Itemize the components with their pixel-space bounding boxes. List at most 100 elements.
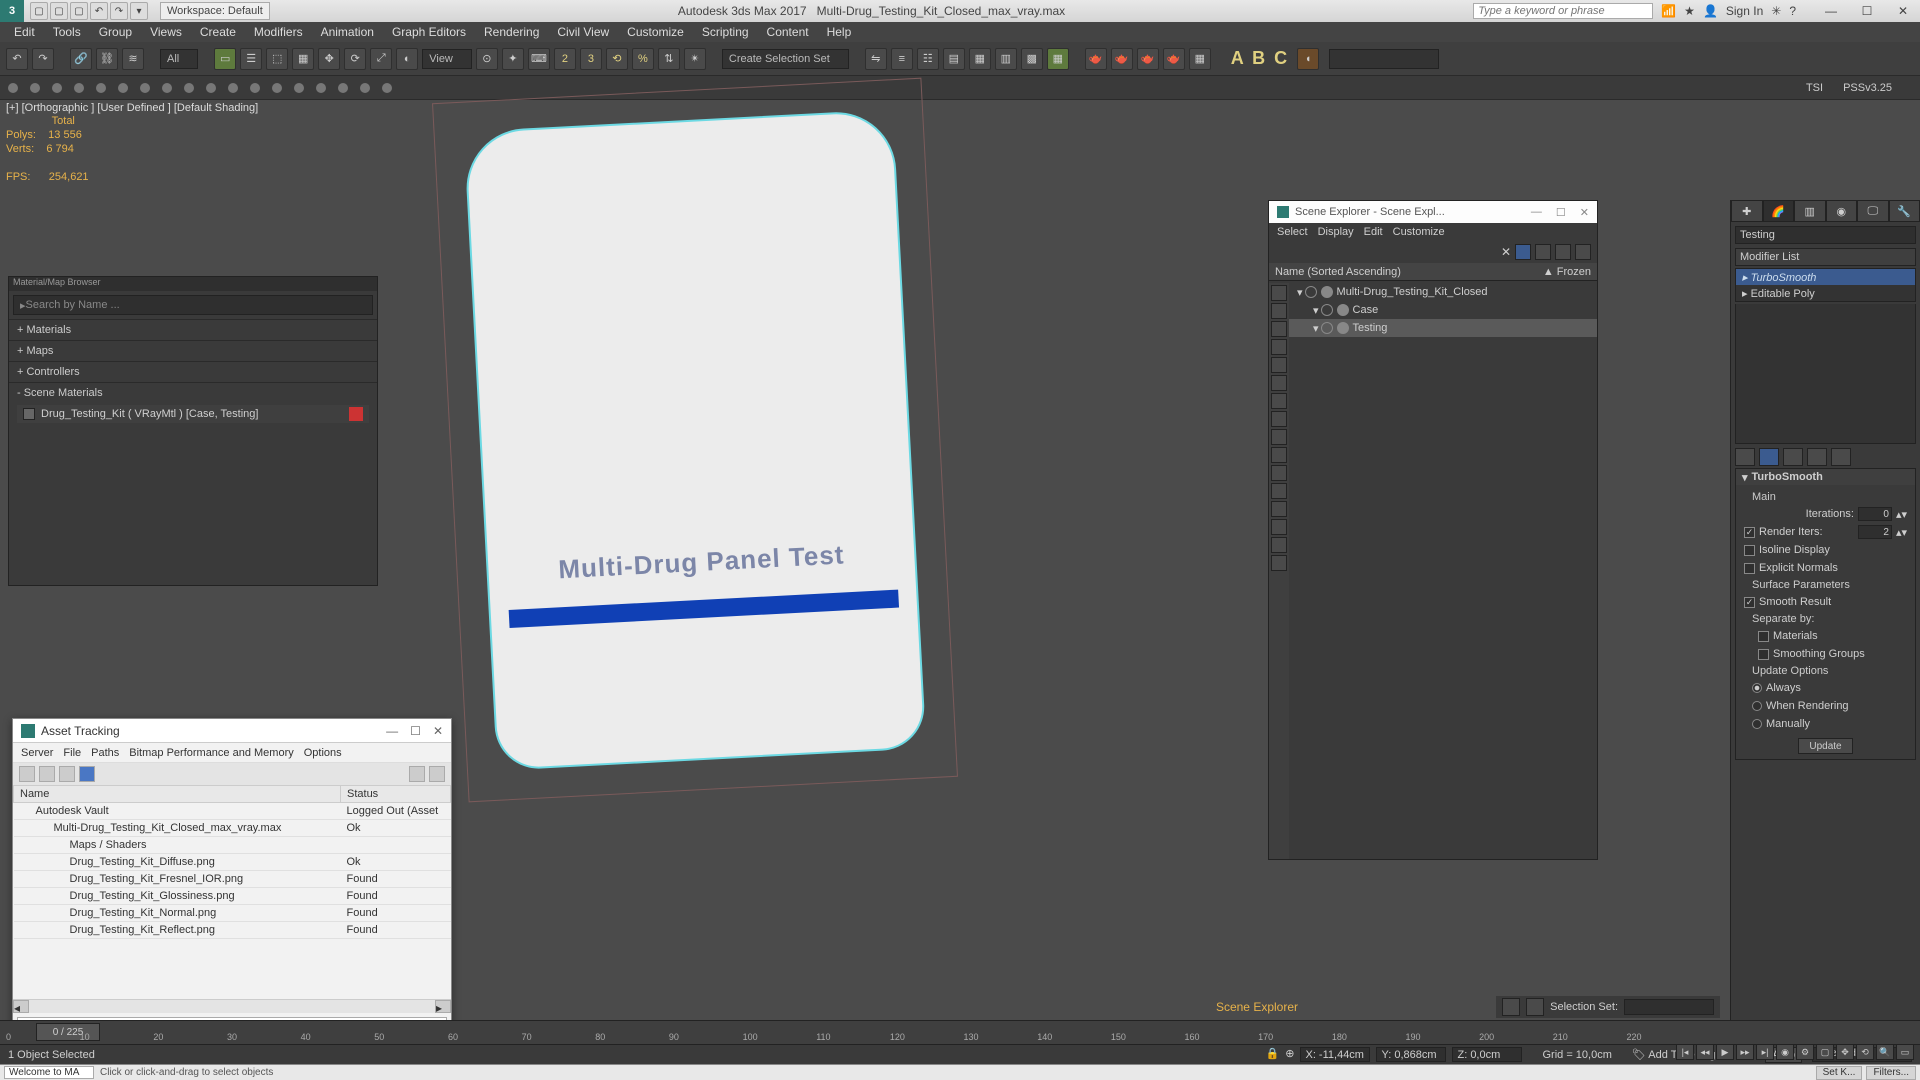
scene-explorer-caption[interactable]: Scene Explorer [1216, 1000, 1298, 1014]
light-dot[interactable] [272, 83, 282, 93]
menu-group[interactable]: Group [91, 23, 140, 41]
qat-redo-icon[interactable]: ↷ [110, 2, 128, 20]
viewport-object[interactable]: Multi-Drug Panel Test [480, 120, 910, 760]
light-dot[interactable] [382, 83, 392, 93]
light-dot[interactable] [360, 83, 370, 93]
menu-rendering[interactable]: Rendering [476, 23, 547, 41]
material-map-browser[interactable]: Material/Map Browser ▸ Search by Name ..… [8, 276, 378, 586]
scene-side-btn[interactable] [1271, 501, 1287, 517]
scene-tree-item[interactable]: ▾Case [1289, 301, 1597, 319]
selset-icon[interactable] [1502, 998, 1520, 1016]
scene-menu-item[interactable]: Select [1277, 226, 1308, 238]
keyboard-button[interactable]: ⌨ [528, 48, 550, 70]
scene-filter-btn[interactable] [1555, 244, 1571, 260]
object-name-field[interactable]: Testing [1735, 226, 1916, 244]
user-icon[interactable]: 👤 [1703, 4, 1718, 18]
menu-tools[interactable]: Tools [45, 23, 89, 41]
asset-menu-item[interactable]: Options [304, 747, 342, 759]
menu-modifiers[interactable]: Modifiers [246, 23, 311, 41]
light-dot[interactable] [228, 83, 238, 93]
unlink-button[interactable]: ⛓ [96, 48, 118, 70]
set-key-button[interactable]: Set K... [1816, 1066, 1863, 1080]
asset-row[interactable]: Drug_Testing_Kit_Glossiness.pngFound [14, 888, 451, 905]
viewport-nav-button[interactable]: ▭ [1896, 1044, 1914, 1060]
render-preset-combo[interactable] [1329, 49, 1439, 69]
scene-min-button[interactable]: — [1531, 206, 1542, 219]
update-manual-radio[interactable] [1752, 719, 1762, 729]
scene-close-button[interactable]: ✕ [1580, 206, 1589, 219]
coord-z[interactable]: Z: 0,0cm [1452, 1047, 1522, 1062]
asset-table[interactable]: Name Status Autodesk VaultLogged Out (As… [13, 785, 451, 939]
app-logo[interactable]: 3 [0, 0, 24, 22]
ref-coord-system[interactable]: View [422, 49, 472, 69]
light-dot[interactable] [8, 83, 18, 93]
light-dot[interactable] [140, 83, 150, 93]
redo-button[interactable]: ↷ [32, 48, 54, 70]
matbrowser-section[interactable]: - Scene Materials [9, 382, 377, 403]
modifier-stack[interactable]: ▸ TurboSmooth▸ Editable Poly [1735, 268, 1916, 302]
tab-modify[interactable]: 🌈 [1763, 200, 1795, 222]
scene-max-button[interactable]: ☐ [1556, 206, 1566, 219]
render-frame-button[interactable]: 🫖 [1085, 48, 1107, 70]
asset-menu-item[interactable]: Server [21, 747, 53, 759]
light-dot[interactable] [74, 83, 84, 93]
asset-tb-btn[interactable] [39, 766, 55, 782]
goto-start-button[interactable]: |◂ [1676, 1044, 1694, 1060]
close-button[interactable]: ✕ [1886, 2, 1920, 20]
asset-tb-refresh[interactable] [409, 766, 425, 782]
select-name-button[interactable]: ☰ [240, 48, 262, 70]
configure-sets-button[interactable] [1831, 448, 1851, 466]
iterations-spinner[interactable] [1858, 507, 1892, 521]
notification-icon[interactable]: 📶 [1661, 4, 1676, 18]
matbrowser-search[interactable]: ▸ Search by Name ... [13, 295, 373, 315]
scene-side-btn[interactable] [1271, 537, 1287, 553]
menu-civil-view[interactable]: Civil View [549, 23, 617, 41]
make-unique-button[interactable] [1783, 448, 1803, 466]
snap-3d-button[interactable]: 3 [580, 48, 602, 70]
render-iters-spinner[interactable] [1858, 525, 1892, 539]
asset-menu-item[interactable]: File [63, 747, 81, 759]
asset-close-button[interactable]: ✕ [433, 724, 443, 738]
scene-side-btn[interactable] [1271, 555, 1287, 571]
align-button[interactable]: ≡ [891, 48, 913, 70]
show-end-result-button[interactable] [1759, 448, 1779, 466]
asset-row[interactable]: Drug_Testing_Kit_Fresnel_IOR.pngFound [14, 871, 451, 888]
signin-link[interactable]: Sign In [1726, 4, 1763, 18]
exchange-icon[interactable]: ✳ [1771, 4, 1781, 18]
scene-tree-header[interactable]: Name (Sorted Ascending)▲ Frozen [1269, 263, 1597, 281]
scene-material-item[interactable]: Drug_Testing_Kit ( VRayMtl ) [Case, Test… [17, 405, 369, 423]
coord-x[interactable]: X: -11,44cm [1300, 1047, 1370, 1062]
asset-max-button[interactable]: ☐ [410, 724, 421, 738]
help-icon[interactable]: ? [1789, 4, 1796, 18]
favorite-icon[interactable]: ★ [1684, 4, 1695, 18]
asset-row[interactable]: Drug_Testing_Kit_Normal.pngFound [14, 905, 451, 922]
scene-tree-item[interactable]: ▾Testing [1289, 319, 1597, 337]
qat-new-icon[interactable]: ▢ [30, 2, 48, 20]
coord-mode-icon[interactable]: ⊕ [1285, 1047, 1294, 1062]
menu-help[interactable]: Help [819, 23, 860, 41]
light-dot[interactable] [162, 83, 172, 93]
asset-row[interactable]: Maps / Shaders [14, 837, 451, 854]
asset-hscroll[interactable]: ◂▸ [13, 999, 451, 1013]
viewport-label[interactable]: [+] [Orthographic ] [User Defined ] [Def… [6, 102, 258, 114]
modifier-stack-item[interactable]: ▸ TurboSmooth [1736, 269, 1915, 285]
scene-side-btn[interactable] [1271, 339, 1287, 355]
corona-button[interactable]: ◖ [1297, 48, 1319, 70]
menu-scripting[interactable]: Scripting [694, 23, 757, 41]
qat-more-icon[interactable]: ▾ [130, 2, 148, 20]
scene-menu-item[interactable]: Customize [1393, 226, 1445, 238]
tab-motion[interactable]: ◉ [1826, 200, 1858, 222]
tab-utilities[interactable]: 🔧 [1889, 200, 1920, 222]
material-editor-button[interactable]: ▩ [1021, 48, 1043, 70]
scene-side-btn[interactable] [1271, 519, 1287, 535]
scene-side-btn[interactable] [1271, 411, 1287, 427]
help-search-input[interactable] [1473, 3, 1653, 19]
explicit-normals-check[interactable] [1744, 563, 1755, 574]
asset-min-button[interactable]: — [386, 724, 398, 738]
scene-side-btn[interactable] [1271, 375, 1287, 391]
pivot-button[interactable]: ⊙ [476, 48, 498, 70]
scene-side-btn[interactable] [1271, 393, 1287, 409]
time-config-button[interactable]: ⚙ [1796, 1044, 1814, 1060]
scene-side-btn[interactable] [1271, 465, 1287, 481]
next-frame-button[interactable]: ▸▸ [1736, 1044, 1754, 1060]
